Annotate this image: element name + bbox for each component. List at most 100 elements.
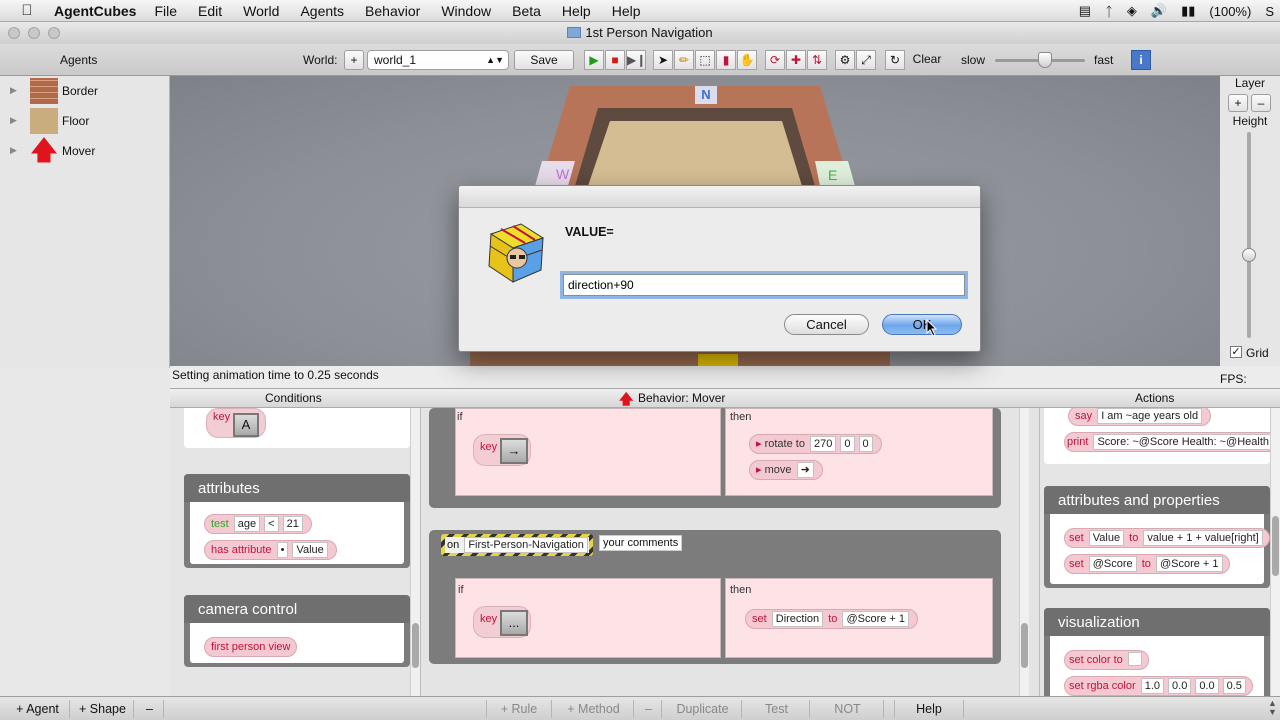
apple-icon[interactable]: : [0, 2, 54, 19]
key-cap[interactable]: ...: [500, 610, 528, 636]
rgba-b-field[interactable]: 0.0: [1195, 678, 1219, 694]
actions-scroll-thumb[interactable]: [1272, 516, 1279, 576]
test-button[interactable]: Test: [744, 700, 810, 718]
test-condition[interactable]: test age <21: [204, 514, 312, 534]
run-icon[interactable]: ▶: [584, 50, 604, 70]
first-person-view-condition[interactable]: first person view: [204, 637, 298, 657]
rgba-r-field[interactable]: 1.0: [1140, 678, 1165, 694]
has-attribute-condition[interactable]: has attribute • Value: [204, 540, 337, 560]
menu-world[interactable]: World: [243, 3, 279, 19]
pencil-tool-icon[interactable]: ✏: [674, 50, 694, 70]
grid-checkbox[interactable]: ✓: [1230, 346, 1242, 358]
scroll-arrows-icon[interactable]: ▲ ▼: [1268, 699, 1277, 717]
layer-add-button[interactable]: +: [1228, 94, 1248, 112]
value-input[interactable]: [563, 274, 965, 296]
minimize-window-icon[interactable]: [28, 27, 40, 39]
rotate-action[interactable]: ▸ rotate to 270 0 0: [749, 434, 882, 454]
agent-row-border[interactable]: ▶ Border: [0, 76, 170, 106]
set-action[interactable]: set Direction to @Score + 1: [745, 609, 919, 629]
rgba-g-field[interactable]: 0.0: [1168, 678, 1192, 694]
method-comment-field[interactable]: your comments: [599, 535, 683, 551]
ok-button[interactable]: OK: [882, 314, 962, 335]
bluetooth-icon[interactable]: ᛏ: [1105, 4, 1113, 19]
rule-1-key-condition[interactable]: key →: [473, 434, 531, 466]
rotate-x-field[interactable]: 270: [810, 436, 837, 452]
rotate-view-icon[interactable]: ⟳: [765, 50, 785, 70]
help-button[interactable]: Help: [894, 700, 964, 718]
move-direction-field[interactable]: ➜: [796, 462, 814, 478]
behavior-scrollbar[interactable]: [1019, 408, 1029, 696]
add-shape-button[interactable]: + Shape: [72, 700, 134, 718]
menu-edit[interactable]: Edit: [198, 3, 222, 19]
clock[interactable]: S: [1265, 4, 1274, 19]
add-method-button[interactable]: + Method: [554, 700, 634, 718]
conditions-scrollbar[interactable]: [410, 408, 420, 696]
eraser-tool-icon[interactable]: ▮: [716, 50, 736, 70]
rotate-y-field[interactable]: 0: [840, 436, 855, 452]
menu-agents[interactable]: Agents: [300, 3, 344, 19]
print-action[interactable]: print Score: ~@Score Health: ~@Health: [1064, 432, 1278, 452]
info-icon[interactable]: i: [1131, 50, 1151, 70]
step-icon[interactable]: ▶❙: [626, 50, 646, 70]
stop-icon[interactable]: ■: [605, 50, 625, 70]
add-agent-button[interactable]: + Agent: [6, 700, 70, 718]
set-color-action[interactable]: set color to: [1064, 650, 1149, 670]
pan-view-icon[interactable]: ✚: [786, 50, 806, 70]
menu-file[interactable]: File: [154, 3, 177, 19]
menu-window[interactable]: Window: [441, 3, 491, 19]
selection-tool-icon[interactable]: ⬚: [695, 50, 715, 70]
fullscreen-icon[interactable]: ⤢: [856, 50, 876, 70]
method-key-condition[interactable]: key ...: [473, 606, 531, 638]
zoom-window-icon[interactable]: [48, 27, 60, 39]
method-header[interactable]: on First-Person-Navigation: [441, 534, 593, 556]
arrow-tool-icon[interactable]: ➤: [653, 50, 673, 70]
set-value-field[interactable]: @Score + 1: [842, 611, 910, 627]
height-slider-knob[interactable]: [1242, 248, 1256, 262]
test-right-field[interactable]: 21: [282, 516, 303, 532]
remove-rule-button[interactable]: –: [636, 700, 662, 718]
display-icon[interactable]: ▤: [1079, 3, 1091, 19]
menu-help[interactable]: Help: [562, 3, 591, 19]
world-select[interactable]: world_1 ▲▼: [367, 50, 509, 70]
hand-tool-icon[interactable]: ✋: [737, 50, 757, 70]
not-button[interactable]: NOT: [812, 700, 884, 718]
battery-icon[interactable]: ▮▮: [1181, 3, 1195, 19]
conditions-scroll-thumb[interactable]: [412, 623, 419, 668]
set-value-field[interactable]: value + 1 + value[right]: [1143, 530, 1263, 546]
test-operator[interactable]: <: [264, 516, 279, 532]
set-value-field[interactable]: @Score + 1: [1155, 556, 1223, 572]
has-attribute-direction[interactable]: •: [276, 542, 289, 558]
add-rule-button[interactable]: + Rule: [486, 700, 552, 718]
speed-slider[interactable]: [995, 52, 1085, 68]
cancel-button[interactable]: Cancel: [784, 314, 869, 335]
disclosure-triangle-icon[interactable]: ▶: [10, 85, 17, 96]
remove-agent-button[interactable]: –: [136, 700, 164, 718]
rotate-z-field[interactable]: 0: [858, 436, 873, 452]
say-action[interactable]: say I am ~age years old: [1068, 408, 1212, 426]
key-condition-pill[interactable]: key A: [206, 408, 266, 438]
set-rgba-action[interactable]: set rgba color 1.0 0.0 0.0 0.5: [1064, 676, 1253, 696]
zoom-view-icon[interactable]: ⇅: [807, 50, 827, 70]
set-attribute-field[interactable]: @Score: [1088, 556, 1137, 572]
add-world-button[interactable]: +: [344, 50, 364, 70]
set-attribute-field[interactable]: Value: [1088, 530, 1125, 546]
rgba-a-field[interactable]: 0.5: [1222, 678, 1246, 694]
close-window-icon[interactable]: [8, 27, 20, 39]
test-left-field[interactable]: age: [233, 516, 261, 532]
print-value-field[interactable]: Score: ~@Score Health: ~@Health: [1093, 434, 1273, 450]
agent-row-floor[interactable]: ▶ Floor: [0, 106, 170, 136]
move-action[interactable]: ▸ move ➜: [749, 460, 823, 480]
menu-beta[interactable]: Beta: [512, 3, 541, 19]
actions-scrollbar[interactable]: [1270, 408, 1280, 696]
disclosure-triangle-icon[interactable]: ▶: [10, 145, 17, 156]
reset-icon[interactable]: ↻: [885, 50, 905, 70]
wifi-icon[interactable]: ◈: [1127, 3, 1137, 19]
speed-slider-knob[interactable]: [1037, 52, 1052, 68]
camera-icon[interactable]: ⚙: [835, 50, 855, 70]
menu-help-2[interactable]: Help: [612, 3, 641, 19]
method-name-field[interactable]: First-Person-Navigation: [464, 537, 588, 553]
right-arrow-key-icon[interactable]: →: [500, 438, 528, 464]
height-slider[interactable]: [1247, 132, 1251, 338]
color-swatch[interactable]: [1127, 652, 1142, 666]
disclosure-triangle-icon[interactable]: ▶: [10, 115, 17, 126]
